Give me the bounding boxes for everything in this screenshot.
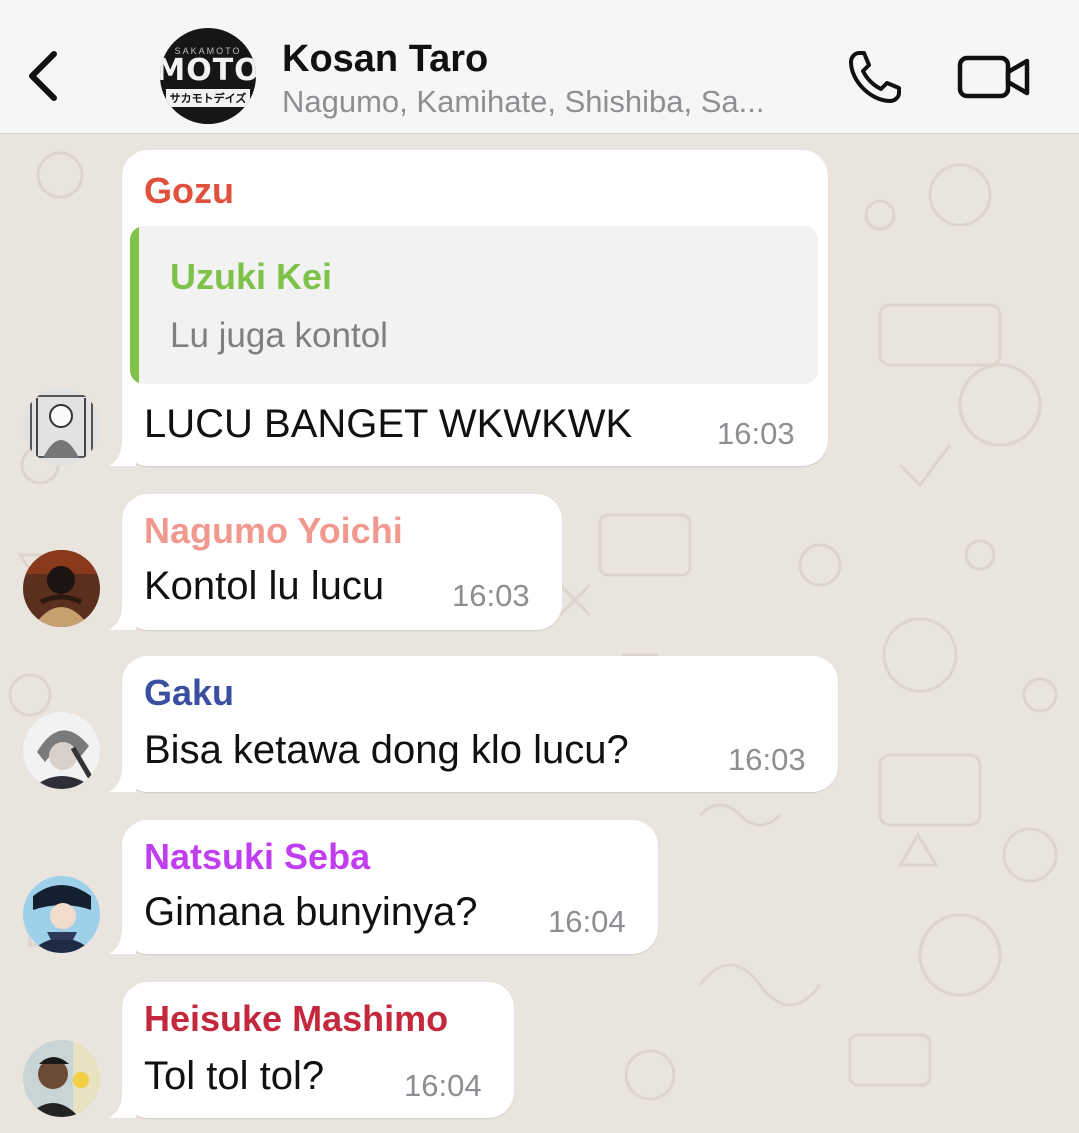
- group-title[interactable]: Kosan Taro: [282, 38, 488, 81]
- message-text: Kontol lu lucu: [144, 564, 385, 608]
- sender-name[interactable]: Heisuke Mashimo: [144, 998, 448, 1040]
- chat-header: SAKAMOTO MOTO サカモトデイズ Kosan Taro Nagumo,…: [0, 0, 1079, 134]
- sender-avatar[interactable]: [23, 388, 100, 465]
- message-bubble[interactable]: Heisuke Mashimo Tol tol tol? 16:04: [108, 982, 514, 1118]
- message-bubble[interactable]: Natsuki Seba Gimana bunyinya? 16:04: [108, 820, 658, 954]
- message-row: Gaku Bisa ketawa dong klo lucu? 16:03: [0, 656, 1079, 792]
- message-time: 16:03: [728, 742, 806, 777]
- group-avatar-logo: MOTO: [160, 52, 256, 88]
- avatar-image: [23, 876, 100, 953]
- phone-icon: [849, 51, 901, 103]
- sender-name[interactable]: Natsuki Seba: [144, 836, 370, 878]
- bubble-tail: [108, 1092, 136, 1118]
- avatar-image: [23, 550, 100, 627]
- group-avatar[interactable]: SAKAMOTO MOTO サカモトデイズ: [160, 28, 256, 124]
- message-text: Tol tol tol?: [144, 1054, 325, 1098]
- bubble-tail: [108, 928, 136, 954]
- message-bubble[interactable]: Gozu Uzuki Kei Lu juga kontol LUCU BANGE…: [108, 150, 828, 466]
- message-text: Bisa ketawa dong klo lucu?: [144, 728, 629, 772]
- message-row: Gozu Uzuki Kei Lu juga kontol LUCU BANGE…: [0, 150, 1079, 466]
- sender-avatar[interactable]: [23, 712, 100, 789]
- message-time: 16:04: [404, 1068, 482, 1103]
- group-members[interactable]: Nagumo, Kamihate, Shishiba, Sa...: [282, 84, 822, 120]
- sender-avatar[interactable]: [23, 550, 100, 627]
- quoted-sender-name: Uzuki Kei: [170, 256, 333, 297]
- message-row: Heisuke Mashimo Tol tol tol? 16:04: [0, 982, 1079, 1118]
- bubble-tail: [108, 604, 136, 630]
- bubble-tail: [108, 440, 136, 466]
- sender-name[interactable]: Gozu: [144, 170, 234, 212]
- back-button[interactable]: [18, 46, 68, 106]
- message-row: Natsuki Seba Gimana bunyinya? 16:04: [0, 820, 1079, 954]
- sender-name[interactable]: Gaku: [144, 672, 234, 714]
- chevron-left-icon: [29, 51, 57, 101]
- quoted-text: Lu juga kontol: [170, 316, 388, 355]
- message-text: Gimana bunyinya?: [144, 890, 478, 934]
- video-call-button[interactable]: [952, 44, 1036, 110]
- avatar-image: [23, 712, 100, 789]
- message-text: LUCU BANGET WKWKWK: [144, 402, 633, 446]
- avatar-image: [23, 388, 100, 465]
- sender-name[interactable]: Nagumo Yoichi: [144, 510, 403, 552]
- message-bubble[interactable]: Nagumo Yoichi Kontol lu lucu 16:03: [108, 494, 562, 630]
- bubble-tail: [108, 766, 136, 792]
- message-bubble[interactable]: Gaku Bisa ketawa dong klo lucu? 16:03: [108, 656, 838, 792]
- sender-avatar[interactable]: [23, 1040, 100, 1117]
- group-avatar-kana: サカモトデイズ: [165, 88, 251, 107]
- message-time: 16:03: [717, 416, 795, 451]
- quote-bar: [130, 226, 139, 384]
- video-camera-icon: [957, 55, 1030, 99]
- avatar-image: [23, 1040, 100, 1117]
- sender-avatar[interactable]: [23, 876, 100, 953]
- voice-call-button[interactable]: [842, 44, 908, 110]
- message-time: 16:03: [452, 578, 530, 613]
- message-time: 16:04: [548, 904, 626, 939]
- quoted-message[interactable]: Uzuki Kei Lu juga kontol: [130, 226, 818, 384]
- message-row: Nagumo Yoichi Kontol lu lucu 16:03: [0, 494, 1079, 630]
